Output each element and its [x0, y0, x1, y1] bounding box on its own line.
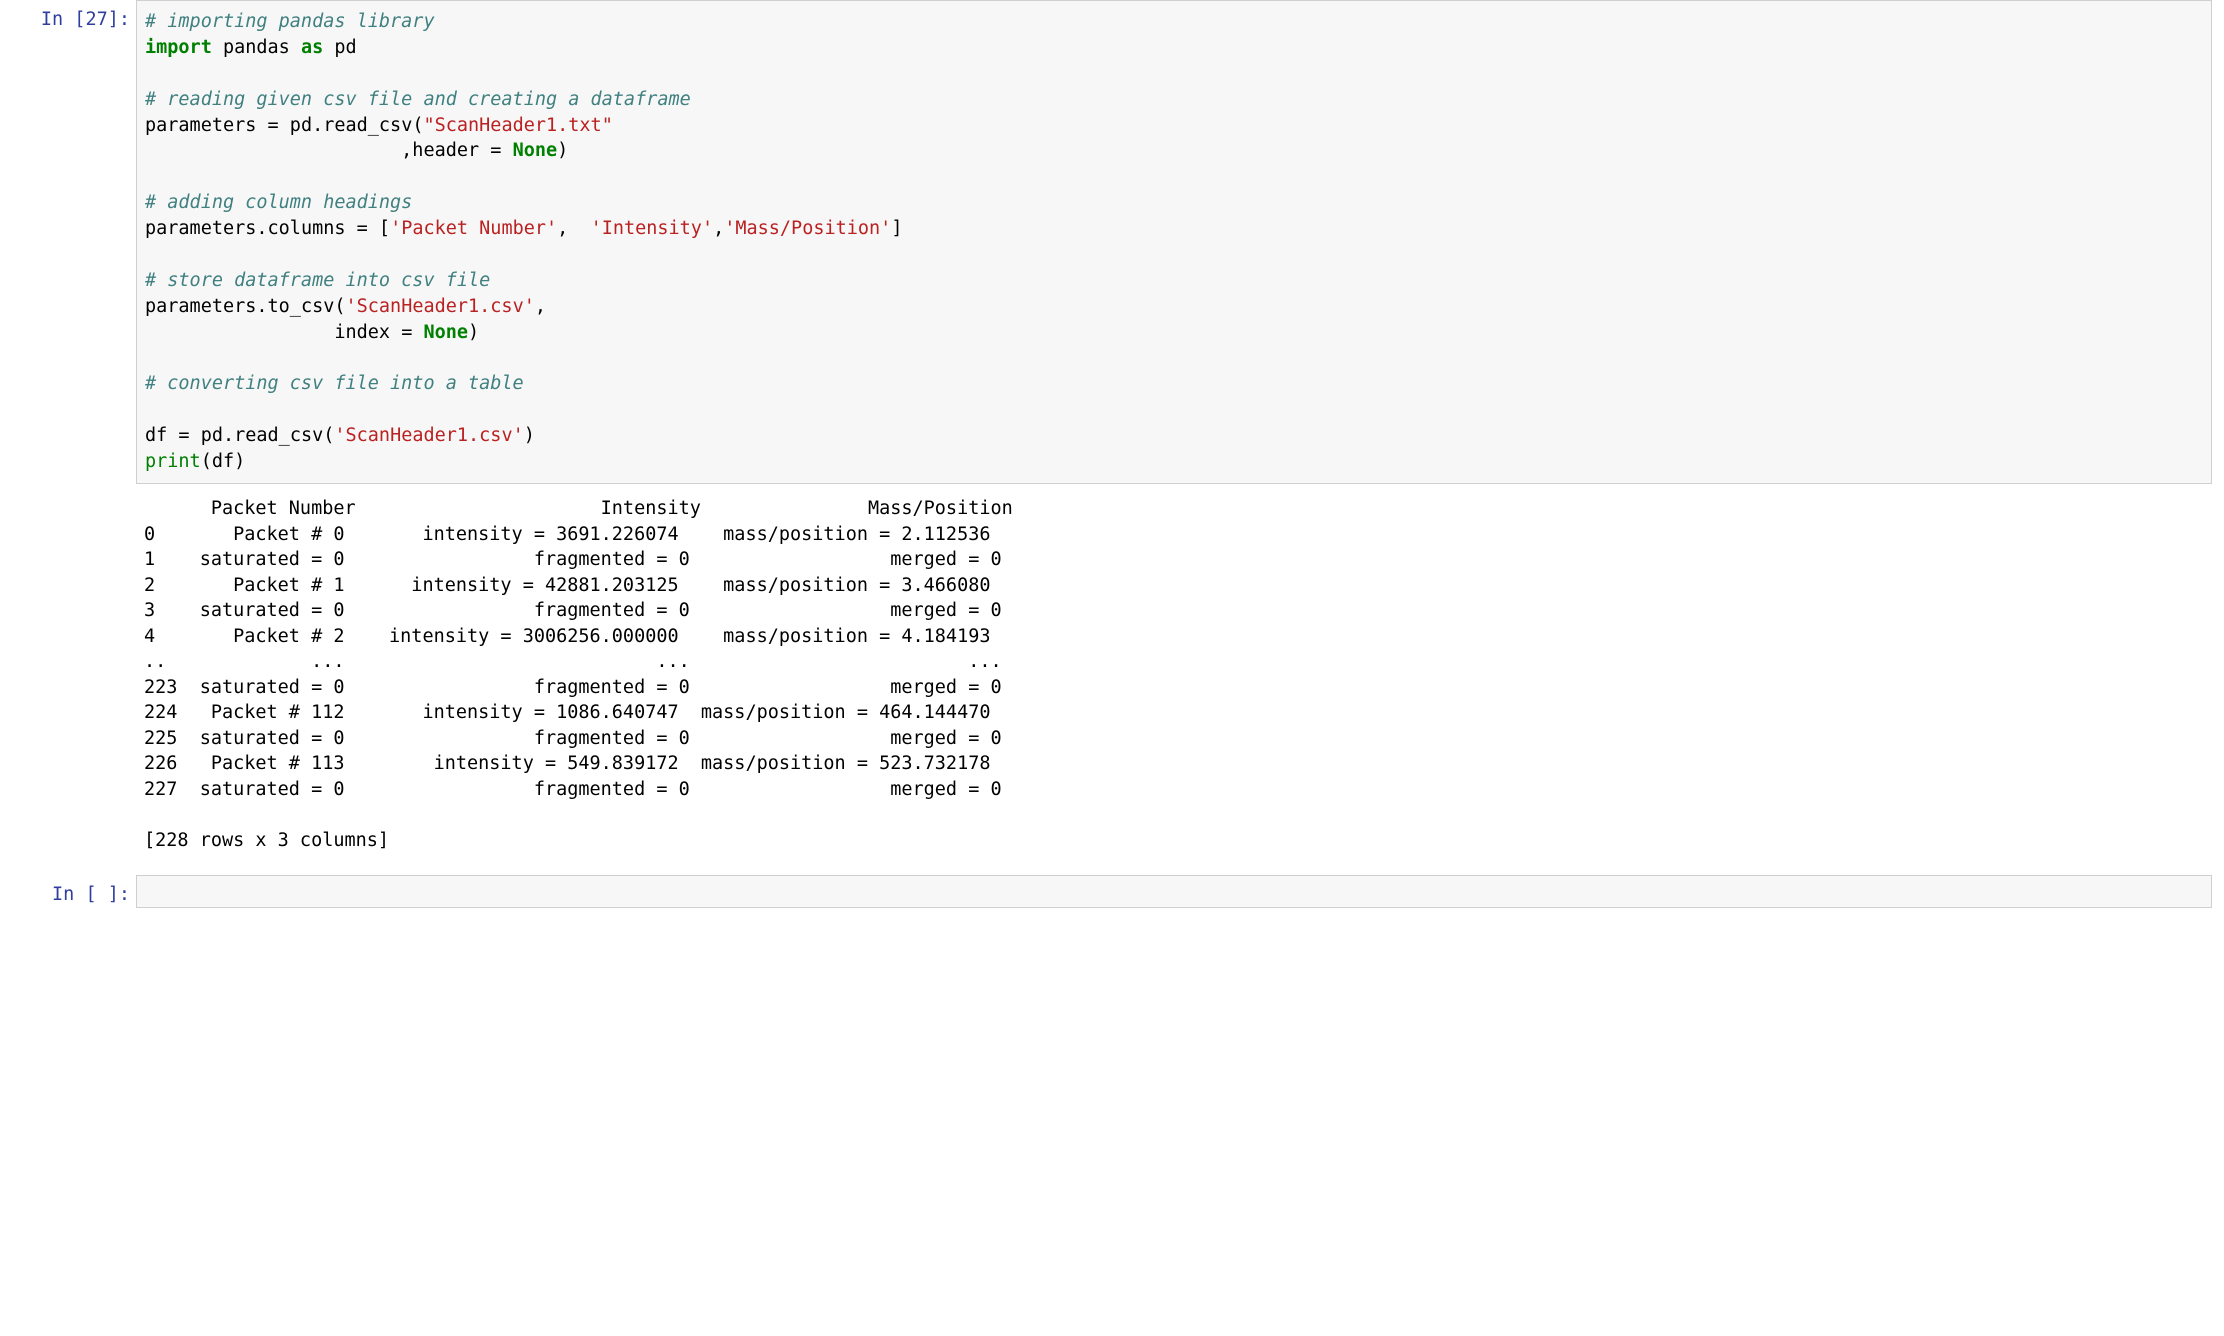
- code-comment: # converting csv file into a table: [145, 373, 524, 394]
- code-op: =: [268, 115, 279, 136]
- output-cell: Packet Number Intensity Mass/Position 0 …: [0, 492, 2224, 867]
- output-line: 226 Packet # 113 intensity = 549.839172 …: [144, 753, 990, 774]
- code-name: parameters: [145, 296, 256, 317]
- code-op: ,: [535, 296, 546, 317]
- code-string: 'ScanHeader1.csv': [346, 296, 535, 317]
- code-none: None: [423, 322, 468, 343]
- output-summary: [228 rows x 3 columns]: [144, 830, 389, 851]
- stdout-output: Packet Number Intensity Mass/Position 0 …: [136, 492, 2224, 867]
- code-name: index: [145, 322, 401, 343]
- output-line: 227 saturated = 0 fragmented = 0 merged …: [144, 779, 1002, 800]
- code-content[interactable]: # importing pandas library import pandas…: [145, 9, 2203, 475]
- output-line: .. ... ... ...: [144, 651, 1002, 672]
- code-name: pd: [190, 425, 223, 446]
- code-op: [: [368, 218, 390, 239]
- code-name: to_csv: [268, 296, 335, 317]
- code-keyword: import: [145, 37, 212, 58]
- code-input-area[interactable]: [136, 875, 2212, 908]
- code-op: (: [323, 425, 334, 446]
- code-name: columns: [268, 218, 357, 239]
- code-name: parameters: [145, 115, 268, 136]
- code-op: ,: [713, 218, 724, 239]
- code-op: ): [557, 140, 568, 161]
- code-op: (: [412, 115, 423, 136]
- output-line: 225 saturated = 0 fragmented = 0 merged …: [144, 728, 1002, 749]
- output-line: 3 saturated = 0 fragmented = 0 merged = …: [144, 600, 1002, 621]
- output-line: 4 Packet # 2 intensity = 3006256.000000 …: [144, 626, 990, 647]
- code-op: =: [357, 218, 368, 239]
- code-string: 'Intensity': [591, 218, 714, 239]
- code-name: pd: [279, 115, 312, 136]
- output-line: 1 saturated = 0 fragmented = 0 merged = …: [144, 549, 1002, 570]
- code-builtin: print: [145, 451, 201, 472]
- output-line: 2 Packet # 1 intensity = 42881.203125 ma…: [144, 575, 990, 596]
- code-name: [412, 322, 423, 343]
- code-input-area[interactable]: # importing pandas library import pandas…: [136, 0, 2212, 484]
- code-op: =: [490, 140, 501, 161]
- output-line: 224 Packet # 112 intensity = 1086.640747…: [144, 702, 990, 723]
- code-name: pd: [323, 37, 356, 58]
- code-string: 'Mass/Position': [724, 218, 891, 239]
- code-cell-empty: In [ ]:: [0, 875, 2224, 908]
- code-op: ): [234, 451, 245, 472]
- code-op: (: [334, 296, 345, 317]
- code-name: pandas: [212, 37, 301, 58]
- code-op: =: [401, 322, 412, 343]
- code-op: ]: [891, 218, 902, 239]
- code-keyword: as: [301, 37, 323, 58]
- code-comment: # importing pandas library: [145, 11, 435, 32]
- code-op: .: [256, 218, 267, 239]
- code-comment: # adding column headings: [145, 192, 412, 213]
- code-name: read_csv: [323, 115, 412, 136]
- code-op: .: [256, 296, 267, 317]
- code-name: df: [212, 451, 234, 472]
- code-comment: # store dataframe into csv file: [145, 270, 490, 291]
- code-none: None: [513, 140, 558, 161]
- code-string: 'ScanHeader1.csv': [334, 425, 523, 446]
- output-line: 0 Packet # 0 intensity = 3691.226074 mas…: [144, 524, 990, 545]
- prompt-label: In [27]:: [41, 9, 130, 30]
- code-op: .: [312, 115, 323, 136]
- output-line: Packet Number Intensity Mass/Position: [144, 498, 1013, 519]
- code-name: read_csv: [234, 425, 323, 446]
- notebook-container: In [27]: # importing pandas library impo…: [0, 0, 2224, 908]
- code-name: df: [145, 425, 178, 446]
- code-string: "ScanHeader1.txt": [423, 115, 612, 136]
- code-op: ): [468, 322, 479, 343]
- code-name: ,header: [145, 140, 490, 161]
- output-prompt-spacer: [0, 492, 136, 867]
- code-op: ,: [557, 218, 590, 239]
- code-cell-27: In [27]: # importing pandas library impo…: [0, 0, 2224, 484]
- prompt-label: In [ ]:: [52, 884, 130, 905]
- code-op: (: [201, 451, 212, 472]
- code-op: ): [524, 425, 535, 446]
- code-string: 'Packet Number': [390, 218, 557, 239]
- code-comment: # reading given csv file and creating a …: [145, 89, 691, 110]
- code-op: =: [178, 425, 189, 446]
- code-op: .: [223, 425, 234, 446]
- input-prompt: In [27]:: [0, 0, 136, 484]
- input-prompt: In [ ]:: [0, 875, 136, 908]
- code-name: parameters: [145, 218, 256, 239]
- output-line: 223 saturated = 0 fragmented = 0 merged …: [144, 677, 1002, 698]
- code-name: [501, 140, 512, 161]
